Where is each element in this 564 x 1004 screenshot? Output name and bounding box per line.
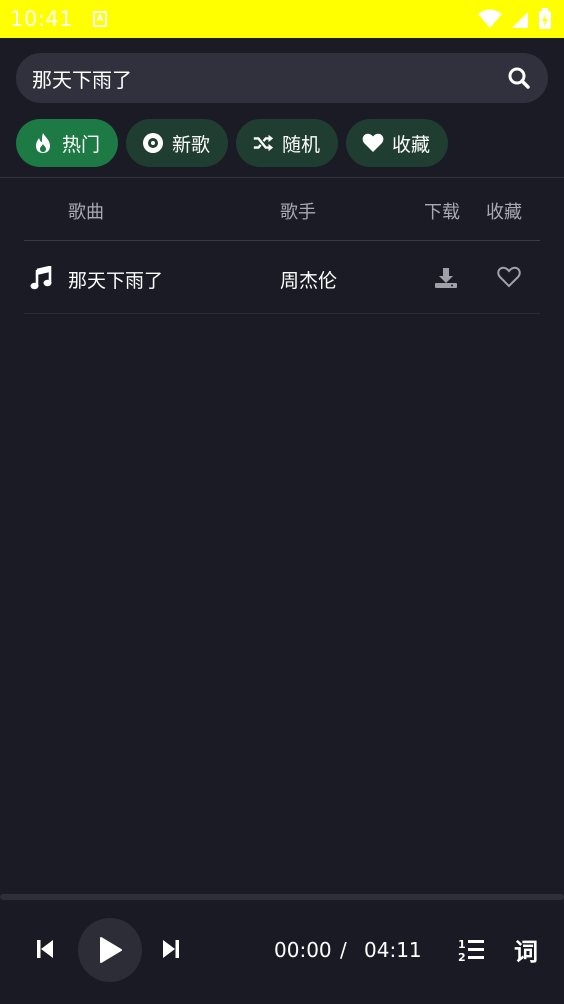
search-bar (16, 53, 548, 103)
total-time: 04:11 (364, 938, 422, 962)
table-row[interactable]: 那天下雨了 周杰伦 (24, 242, 540, 314)
download-icon[interactable] (434, 266, 460, 290)
svg-text:1: 1 (458, 938, 466, 951)
tab-label: 新歌 (172, 133, 211, 156)
current-time: 00:00 (274, 938, 332, 962)
disc-icon (142, 132, 164, 154)
divider (0, 177, 564, 178)
music-note-icon (30, 265, 52, 290)
app-notification-icon: A (93, 11, 108, 27)
svg-text:2: 2 (458, 951, 466, 964)
cell-signal-icon (512, 12, 528, 28)
flame-icon (32, 132, 54, 154)
song-table-header: 歌曲 歌手 下载 收藏 (0, 190, 564, 230)
previous-track-icon[interactable] (34, 938, 58, 962)
time-separator: / (340, 938, 347, 962)
favorite-heart-icon[interactable] (497, 266, 523, 290)
shuffle-icon (252, 132, 274, 154)
header-divider (24, 240, 540, 241)
song-title: 那天下雨了 (68, 270, 164, 292)
tab-label: 随机 (282, 133, 321, 156)
progress-bar[interactable] (0, 894, 564, 900)
column-header-download: 下载 (424, 202, 460, 223)
search-icon[interactable] (506, 65, 532, 91)
player-bar: 00:00 / 04:11 12 词 (0, 902, 564, 1004)
status-bar: 10:41 A (0, 0, 564, 38)
wifi-icon (478, 9, 502, 28)
song-singer: 周杰伦 (280, 270, 338, 292)
heart-icon (362, 132, 384, 154)
category-tabs: 热门 新歌 随机 收藏 (16, 119, 449, 167)
tab-new-songs[interactable]: 新歌 (126, 119, 229, 167)
search-input[interactable] (32, 66, 506, 90)
play-icon (100, 937, 122, 963)
tab-favorites[interactable]: 收藏 (346, 119, 449, 167)
column-header-song: 歌曲 (68, 202, 104, 223)
tab-label: 热门 (62, 133, 101, 156)
play-button[interactable] (78, 918, 142, 982)
tab-label: 收藏 (392, 133, 431, 156)
tab-hot[interactable]: 热门 (16, 119, 119, 167)
tab-random[interactable]: 随机 (236, 119, 339, 167)
status-indicators (478, 8, 552, 30)
next-track-icon[interactable] (160, 938, 184, 962)
column-header-singer: 歌手 (280, 202, 316, 223)
column-header-favorite: 收藏 (486, 202, 522, 223)
battery-icon (539, 8, 551, 29)
playlist-icon[interactable]: 12 (458, 936, 486, 964)
lyrics-button[interactable]: 词 (514, 932, 538, 967)
status-time: 10:41 (10, 7, 74, 31)
